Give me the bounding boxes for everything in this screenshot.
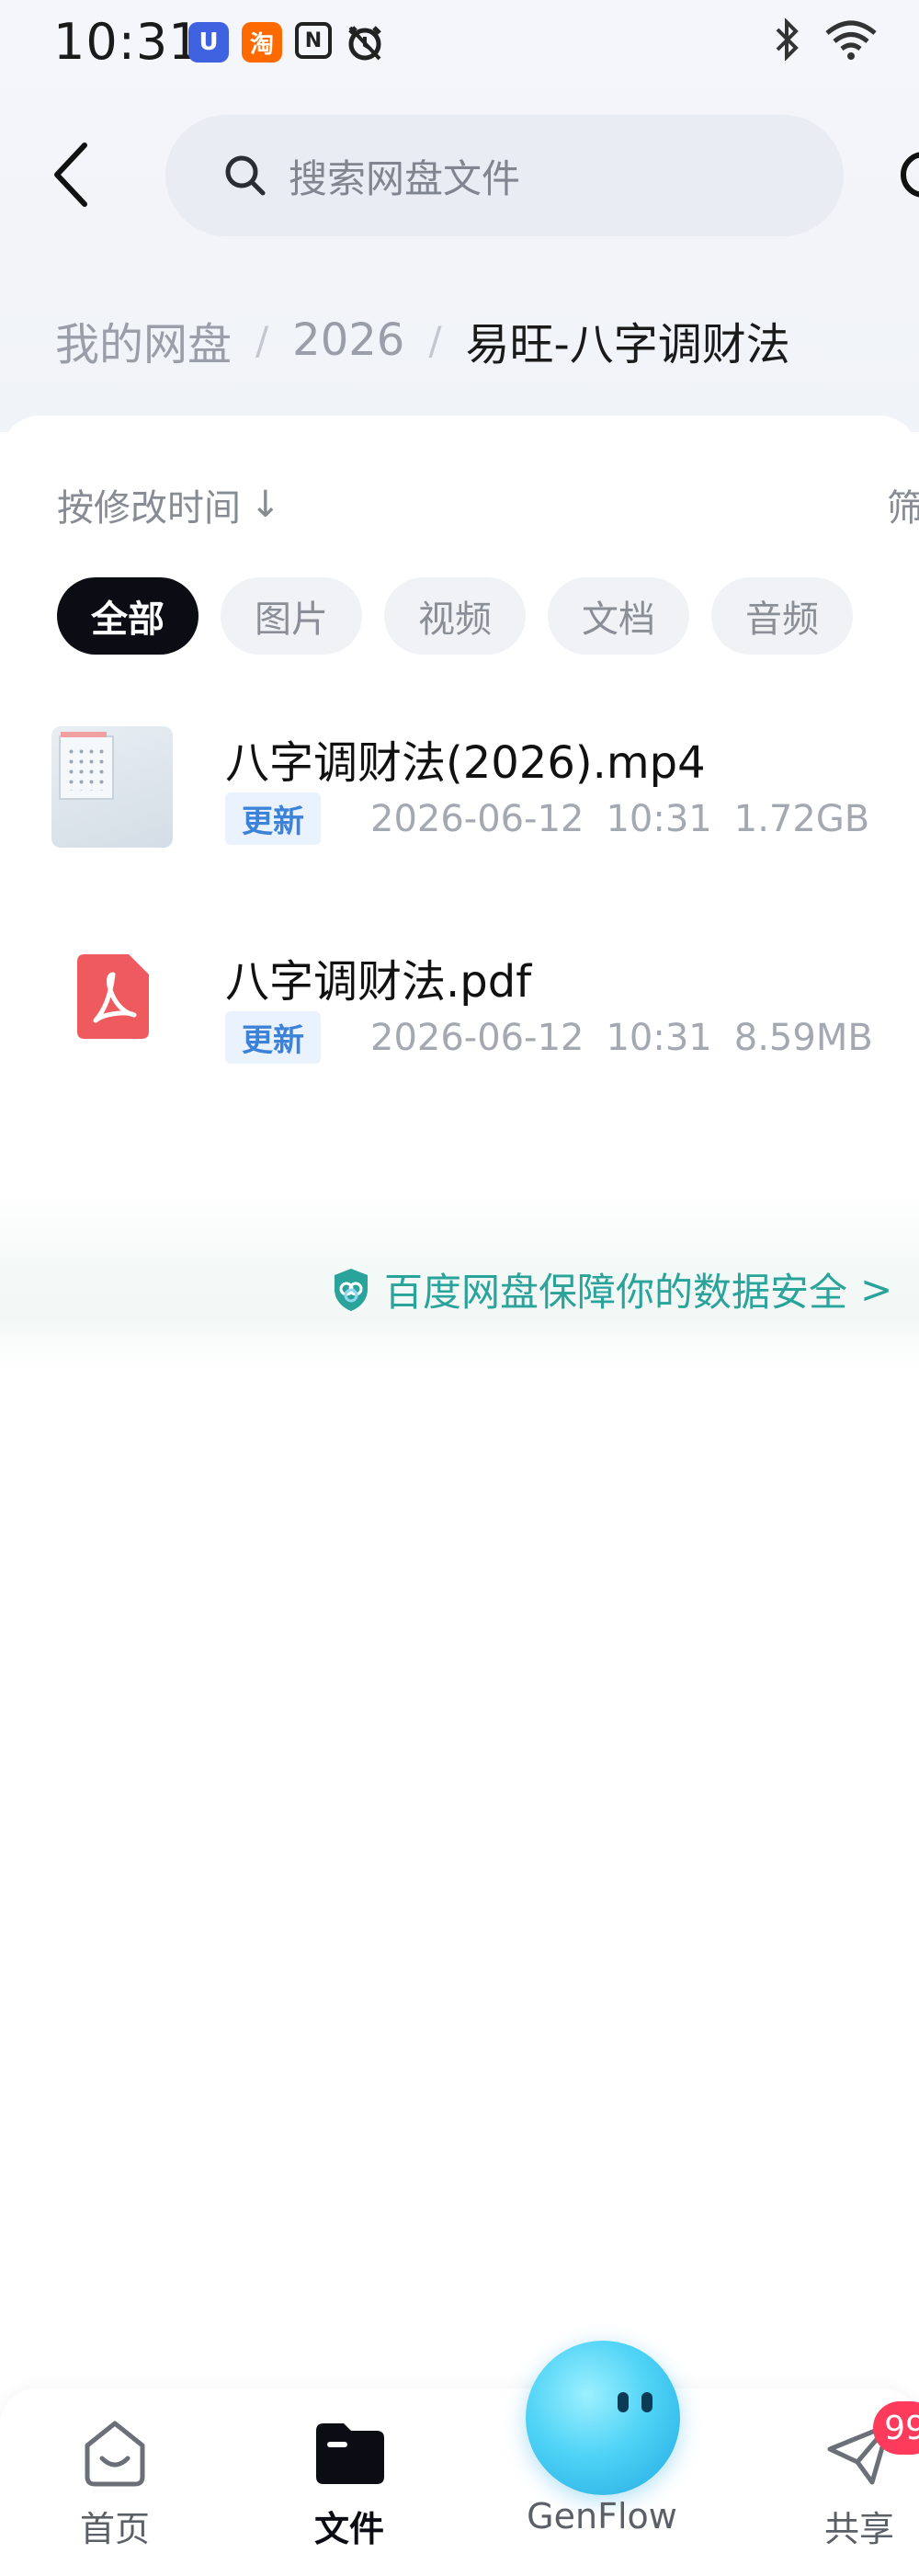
- breadcrumb-item-root[interactable]: 我的网盘: [55, 308, 232, 372]
- security-link[interactable]: 百度网盘保障你的数据安全 >: [331, 1261, 892, 1317]
- file-time: 10:31: [606, 797, 712, 840]
- folder-icon: [316, 2423, 384, 2484]
- breadcrumb-separator: /: [255, 317, 269, 363]
- nav-genflow-label: GenFlow: [527, 2496, 677, 2536]
- chip-audio[interactable]: 音频: [711, 577, 853, 655]
- file-row-pdf[interactable]: 八字调财法.pdf 更新 2026-06-12 10:31 8.59MB: [0, 945, 919, 1129]
- bluetooth-icon: [776, 18, 799, 61]
- sort-label: 按修改时间: [57, 487, 241, 530]
- chip-images[interactable]: 图片: [221, 577, 362, 655]
- file-name: 八字调财法.pdf: [225, 956, 532, 1008]
- nav-home-label: 首页: [79, 2509, 150, 2549]
- file-date: 2026-06-12: [370, 1016, 584, 1059]
- pdf-icon: [77, 954, 149, 1039]
- taobao-notification-icon: 淘: [242, 22, 282, 63]
- nav-genflow[interactable]: GenFlow: [505, 2496, 698, 2536]
- status-time: 10:31: [53, 13, 201, 71]
- home-icon: [85, 2421, 145, 2487]
- sort-arrow-icon: ↓: [250, 484, 281, 526]
- share-count-badge: 99: [873, 2401, 919, 2455]
- file-date: 2026-06-12: [370, 797, 584, 840]
- file-meta: 更新 2026-06-12 10:31 1.72GB: [225, 792, 869, 845]
- file-row-video[interactable]: 八字调财法(2026).mp4 更新 2026-06-12 10:31 1.72…: [0, 726, 919, 910]
- nav-files[interactable]: 文件: [276, 2418, 423, 2551]
- search-input[interactable]: 搜索网盘文件: [165, 115, 844, 236]
- nav-files-label: 文件: [313, 2509, 384, 2549]
- file-time: 10:31: [606, 1016, 712, 1059]
- file-size: 1.72GB: [733, 797, 870, 840]
- breadcrumb-item-current: 易旺-八字调财法: [465, 319, 790, 370]
- signal-icon: [901, 21, 919, 58]
- search-icon: [225, 155, 266, 196]
- nav-home[interactable]: 首页: [41, 2418, 188, 2551]
- wifi-icon: [825, 20, 877, 60]
- update-badge: 更新: [225, 1011, 321, 1064]
- chip-videos[interactable]: 视频: [384, 577, 526, 655]
- breadcrumb-separator: /: [428, 317, 442, 363]
- alarm-icon: [348, 26, 381, 61]
- search-placeholder: 搜索网盘文件: [289, 155, 521, 201]
- back-button[interactable]: [46, 138, 101, 211]
- more-icon[interactable]: [896, 138, 919, 211]
- nfc-icon: N: [295, 22, 332, 59]
- file-size: 8.59MB: [733, 1016, 873, 1059]
- nav-share-label: 共享: [823, 2509, 894, 2549]
- status-bar: 10:31 U 淘 N: [0, 0, 919, 92]
- file-name: 八字调财法(2026).mp4: [225, 737, 706, 789]
- shield-icon: [335, 1268, 368, 1311]
- video-thumbnail: [51, 726, 173, 848]
- chip-documents[interactable]: 文档: [548, 577, 689, 655]
- sort-button[interactable]: 按修改时间 ↓: [57, 478, 281, 531]
- update-badge: 更新: [225, 792, 321, 845]
- genflow-orb[interactable]: [526, 2341, 680, 2495]
- status-system-icons: [774, 18, 919, 61]
- security-text: 百度网盘保障你的数据安全: [384, 1270, 848, 1315]
- chip-all[interactable]: 全部: [57, 577, 199, 655]
- app-notification-icon: U: [188, 22, 229, 63]
- filter-button[interactable]: 筛: [887, 478, 919, 531]
- status-app-icons: U 淘 N: [188, 22, 385, 63]
- category-filter-chips: 全部 图片 视频 文档 音频: [57, 577, 853, 655]
- breadcrumb-item-year[interactable]: 2026: [292, 314, 404, 366]
- chevron-right-icon: >: [860, 1267, 893, 1312]
- file-meta: 更新 2026-06-12 10:31 8.59MB: [225, 1011, 873, 1064]
- breadcrumb: 我的网盘 / 2026 / 易旺-八字调财法: [55, 308, 790, 372]
